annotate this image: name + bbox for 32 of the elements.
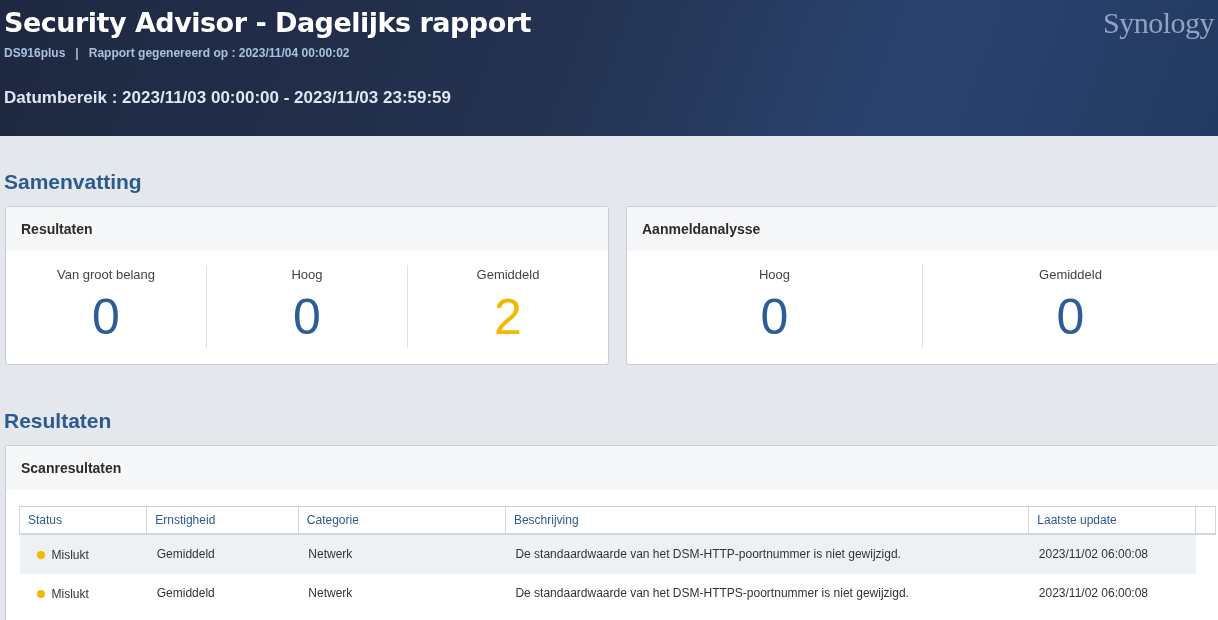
card-title: Scanresultaten xyxy=(6,446,1218,490)
table-cell: De standaardwaarde van het DSM-HTTPS-poortnummer is niet gewijzigd. xyxy=(505,573,1029,613)
table-cell: 2023/11/02 06:00:08 xyxy=(1028,534,1196,574)
section-title: Resultaten xyxy=(4,409,113,433)
stat-value: 0 xyxy=(1056,288,1085,347)
stat-label: Hoog xyxy=(291,267,323,282)
card-title: Resultaten xyxy=(6,207,608,251)
stat-value: 0 xyxy=(760,288,789,347)
status-text: Mislukt xyxy=(51,547,89,562)
status-text: Mislukt xyxy=(51,586,89,601)
report-title: Security Advisor - Dagelijks rapport xyxy=(4,6,531,40)
stat-label: Gemiddeld xyxy=(476,267,540,282)
section-title: Samenvatting xyxy=(4,170,143,194)
stat-value: 2 xyxy=(494,288,522,347)
table-cell: Gemiddeld xyxy=(146,573,299,613)
card-title: Aanmeldanalysse xyxy=(627,207,1218,251)
table-row[interactable]: Mislukt Gemiddeld Netwerk De standaardwaarde van het DSM-HTTP-poortnummer is niet gewijzigd. 2023/11/02 06:00:08 xyxy=(19,534,1216,574)
table-cell: Netwerk xyxy=(298,573,506,613)
table-cell: De standaardwaarde van het DSM-HTTP-poortnummer is niet gewijzigd. xyxy=(505,534,1029,574)
stat-value: 0 xyxy=(293,288,321,347)
device-name: DS916plus xyxy=(4,46,66,60)
logo: Synology xyxy=(1102,6,1214,40)
stat-label: Van groot belang xyxy=(56,267,156,282)
generated-date: Rapport gegenereerd op : 2023/11/04 00:00:02 xyxy=(88,46,350,60)
stat-label: Hoog xyxy=(758,267,791,282)
stat-label: Gemiddeld xyxy=(1039,267,1102,282)
table-cell: 2023/11/02 06:00:08 xyxy=(1028,573,1196,613)
date-range: Datumbereik : 2023/11/03 00:00:00 - 2023/11/03 23:59:59 xyxy=(4,88,453,108)
stat-value: 0 xyxy=(92,288,120,347)
separator: | xyxy=(75,46,79,60)
table-cell: Gemiddeld xyxy=(146,534,299,574)
table-cell: Netwerk xyxy=(298,534,506,574)
